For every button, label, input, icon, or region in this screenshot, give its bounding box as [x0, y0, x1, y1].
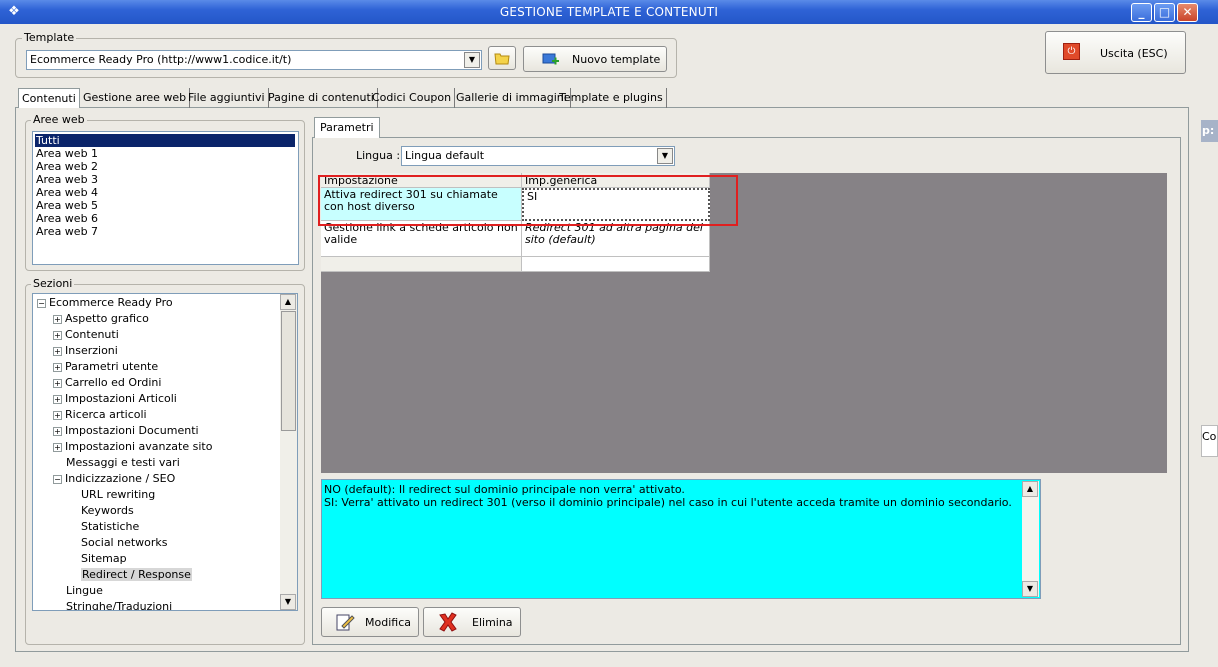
lingua-label: Lingua : — [356, 149, 401, 162]
tree-node[interactable]: Stringhe/Traduzioni — [66, 599, 172, 610]
template-select[interactable]: Ecommerce Ready Pro (http://www1.codice.… — [26, 50, 482, 70]
expand-icon[interactable]: + — [53, 378, 62, 388]
aree-web-list[interactable]: Tutti Area web 1 Area web 2 Area web 3 A… — [32, 131, 299, 265]
tab-contenuti[interactable]: Contenuti — [18, 88, 80, 108]
maximize-button[interactable]: □ — [1154, 3, 1175, 22]
scroll-down-icon[interactable]: ▼ — [1022, 581, 1038, 597]
expand-icon[interactable]: + — [53, 346, 62, 356]
grid-setting-cell[interactable]: Gestione link a schede articolo non vali… — [321, 221, 522, 257]
scroll-thumb[interactable] — [281, 311, 296, 431]
template-select-value: Ecommerce Ready Pro (http://www1.codice.… — [30, 53, 292, 66]
tree-node[interactable]: Keywords — [81, 503, 134, 519]
chevron-down-icon[interactable]: ▼ — [657, 148, 673, 164]
background-window-fragment: p: — [1201, 120, 1218, 142]
lingua-select-value: Lingua default — [405, 149, 485, 162]
expand-icon[interactable]: + — [53, 314, 62, 324]
highlight-rectangle — [318, 175, 738, 226]
grid-setting-cell[interactable] — [321, 257, 522, 272]
collapse-icon[interactable]: − — [53, 474, 62, 484]
expand-icon[interactable]: + — [53, 330, 62, 340]
description-line: NO (default): Il redirect sul dominio pr… — [324, 483, 685, 496]
new-template-label: Nuovo template — [572, 53, 661, 66]
tree-node[interactable]: + Impostazioni Documenti — [53, 423, 199, 439]
list-item[interactable]: Area web 6 — [35, 212, 98, 225]
exit-button[interactable]: ⏻ Uscita (ESC) — [1045, 31, 1186, 74]
maximize-icon: □ — [1158, 5, 1171, 19]
list-item[interactable]: Area web 5 — [35, 199, 98, 212]
tree-node[interactable]: + Impostazioni avanzate sito — [53, 439, 212, 455]
title-bar: ❖ GESTIONE TEMPLATE E CONTENUTI _ □ ✕ — [0, 0, 1218, 24]
description-scrollbar[interactable]: ▲ ▼ — [1022, 481, 1039, 597]
template-group-label: Template — [22, 31, 77, 44]
description-line: SI: Verra' attivato un redirect 301 (ver… — [324, 496, 1012, 509]
window-title: GESTIONE TEMPLATE E CONTENUTI — [499, 5, 719, 19]
close-button[interactable]: ✕ — [1177, 3, 1198, 22]
tree-node[interactable]: Messaggi e testi vari — [66, 455, 180, 471]
collapse-icon[interactable]: − — [37, 298, 46, 308]
expand-icon[interactable]: + — [53, 442, 62, 452]
tree-node[interactable]: − Indicizzazione / SEO — [53, 471, 175, 487]
expand-icon[interactable]: + — [53, 410, 62, 420]
power-icon: ⏻ — [1063, 43, 1080, 60]
tab-template-e-plugins[interactable]: Template e plugins — [556, 88, 667, 108]
tree-node[interactable]: Social networks — [81, 535, 168, 551]
list-item[interactable]: Area web 1 — [35, 147, 98, 160]
tree-node[interactable]: URL rewriting — [81, 487, 155, 503]
chevron-down-icon[interactable]: ▼ — [464, 52, 480, 68]
list-item[interactable]: Area web 3 — [35, 173, 98, 186]
add-template-icon — [542, 53, 559, 65]
tree-node[interactable]: + Carrello ed Ordini — [53, 375, 161, 391]
lingua-select[interactable]: Lingua default ▼ — [401, 146, 675, 166]
tree-node-root[interactable]: − Ecommerce Ready Pro — [37, 295, 173, 311]
tree-node[interactable]: + Aspetto grafico — [53, 311, 149, 327]
sezioni-tree[interactable]: − Ecommerce Ready Pro + Aspetto grafico + C… — [32, 293, 298, 611]
scroll-up-icon[interactable]: ▲ — [1022, 481, 1038, 497]
tree-node[interactable]: + Contenuti — [53, 327, 119, 343]
background-window-fragment: Co — [1201, 425, 1218, 457]
tree-node[interactable]: + Impostazioni Articoli — [53, 391, 177, 407]
scroll-up-icon[interactable]: ▲ — [280, 294, 296, 310]
tree-node[interactable]: + Parametri utente — [53, 359, 158, 375]
expand-icon[interactable]: + — [53, 394, 62, 404]
expand-icon[interactable]: + — [53, 426, 62, 436]
modifica-label: Modifica — [365, 616, 411, 629]
grid-value-cell[interactable]: Redirect 301 ad altra pagina del sito (d… — [522, 221, 710, 257]
tab-gestione-aree-web[interactable]: Gestione aree web — [80, 88, 191, 108]
aree-web-label: Aree web — [31, 113, 87, 126]
tab-pagine-di-contenuti[interactable]: Pagine di contenuti — [265, 88, 378, 108]
tab-gallerie-di-immagini[interactable]: Gallerie di immagini — [453, 88, 571, 108]
expand-icon[interactable]: + — [53, 362, 62, 372]
tab-codici-coupon[interactable]: Codici Coupon — [369, 88, 456, 108]
grid-value-cell[interactable] — [522, 257, 710, 272]
tree-node[interactable]: Statistiche — [81, 519, 139, 535]
tree-node-selected[interactable]: Redirect / Response — [81, 567, 192, 583]
sezioni-label: Sezioni — [31, 277, 75, 290]
tree-node[interactable]: Lingue — [66, 583, 103, 599]
tab-file-aggiuntivi[interactable]: File aggiuntivi — [185, 88, 269, 108]
list-item[interactable]: Area web 7 — [35, 225, 98, 238]
tree-scrollbar[interactable]: ▲ ▼ — [280, 294, 297, 610]
tree-node[interactable]: + Ricerca articoli — [53, 407, 147, 423]
list-item[interactable]: Area web 4 — [35, 186, 98, 199]
folder-icon — [494, 53, 510, 65]
edit-icon — [336, 614, 355, 631]
tree-node[interactable]: + Inserzioni — [53, 343, 118, 359]
elimina-button[interactable]: Elimina — [423, 607, 521, 637]
list-item[interactable]: Area web 2 — [35, 160, 98, 173]
minimize-button[interactable]: _ — [1131, 3, 1152, 22]
new-template-button[interactable]: Nuovo template — [523, 46, 667, 72]
delete-icon — [439, 612, 457, 632]
close-icon: ✕ — [1182, 5, 1193, 19]
elimina-label: Elimina — [472, 616, 513, 629]
list-item[interactable]: Tutti — [35, 134, 295, 147]
tree-node[interactable]: Sitemap — [81, 551, 127, 567]
scroll-down-icon[interactable]: ▼ — [280, 594, 296, 610]
exit-label: Uscita (ESC) — [1100, 47, 1168, 60]
modifica-button[interactable]: Modifica — [321, 607, 419, 637]
open-template-button[interactable] — [488, 46, 516, 70]
minimize-icon: _ — [1138, 5, 1145, 19]
tab-parametri[interactable]: Parametri — [314, 117, 380, 138]
description-box[interactable]: NO (default): Il redirect sul dominio pr… — [321, 479, 1041, 599]
